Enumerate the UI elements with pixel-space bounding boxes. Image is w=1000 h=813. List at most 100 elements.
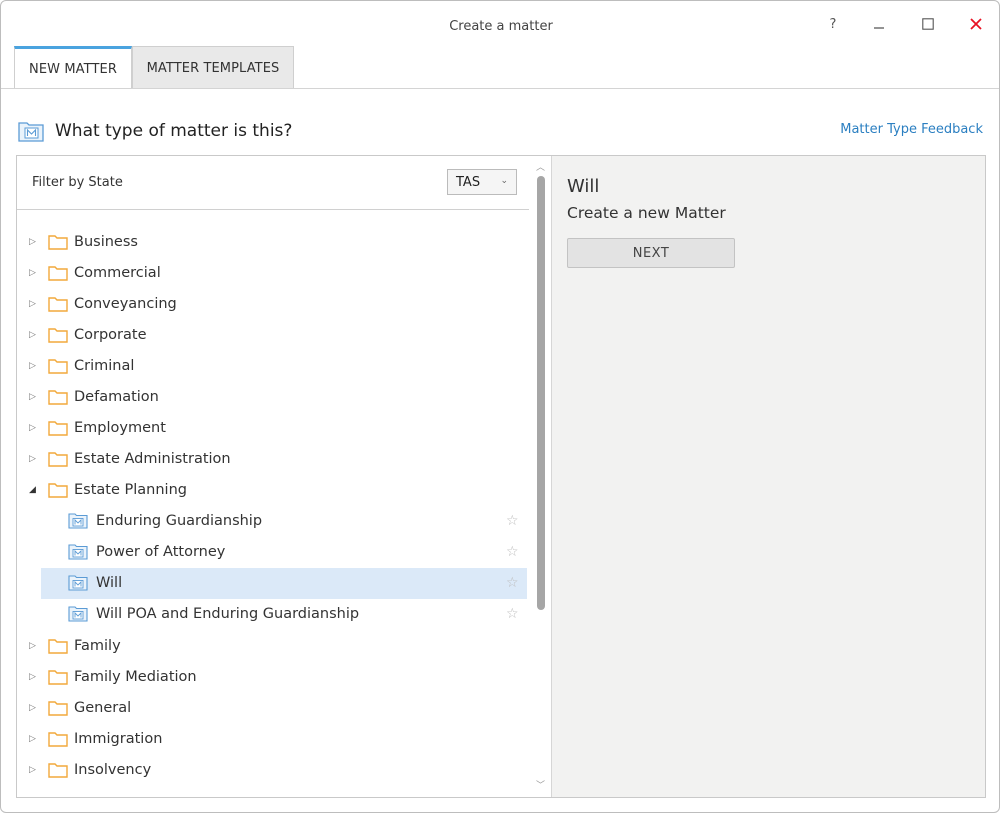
tree-item-general[interactable]: ▷ General [17,693,529,723]
tree-item-label: Immigration [74,731,163,747]
tree-item-label: Business [74,234,138,250]
tab-new-matter[interactable]: NEW MATTER [14,46,132,89]
filter-by-state-label: Filter by State [32,175,123,190]
tree-item-label: Power of Attorney [96,544,226,560]
tree-item-commercial[interactable]: ▷ Commercial [17,258,529,288]
tree-item-label: General [74,700,132,716]
close-button[interactable] [961,11,991,37]
expand-arrow-icon[interactable]: ▷ [29,237,39,247]
tree-item-label: Criminal [74,358,135,374]
folder-icon [48,359,68,374]
matter-icon [68,606,88,622]
expand-arrow-icon[interactable]: ▷ [29,734,39,744]
tree-child-power-of-attorney[interactable]: Power of Attorney ☆ [17,537,529,567]
minimize-button[interactable] [864,11,894,37]
selected-matter-title: Will [567,176,600,197]
matter-icon [68,513,88,529]
folder-icon [48,483,68,498]
scroll-up-arrow-icon[interactable]: ︿ [536,160,545,173]
folder-icon [48,763,68,778]
filter-row: Filter by State TAS ⌄ [17,156,529,210]
tree-item-corporate[interactable]: ▷ Corporate [17,320,529,350]
favorite-star-icon[interactable]: ☆ [506,544,519,560]
tab-matter-templates[interactable]: MATTER TEMPLATES [132,46,294,89]
maximize-icon [922,18,934,30]
expand-arrow-icon[interactable]: ▷ [29,361,39,371]
folder-icon [48,421,68,436]
tree-item-label: Family Mediation [74,669,197,685]
expand-arrow-icon[interactable]: ▷ [29,641,39,651]
tree-item-label: Family [74,638,121,654]
matter-type-feedback-link[interactable]: Matter Type Feedback [840,122,983,137]
selected-matter-subtitle: Create a new Matter [567,204,726,222]
folder-icon [48,328,68,343]
tree-item-label: Will POA and Enduring Guardianship [96,606,360,622]
folder-icon [48,670,68,685]
tree-child-will-poa-enduring-guardianship[interactable]: Will POA and Enduring Guardianship ☆ [17,599,529,629]
chevron-down-icon: ⌄ [500,176,508,186]
tree-item-business[interactable]: ▷ Business [17,227,529,257]
favorite-star-icon[interactable]: ☆ [506,575,519,591]
folder-icon [48,390,68,405]
tree-item-label: Corporate [74,327,147,343]
tree-item-employment[interactable]: ▷ Employment [17,413,529,443]
expand-arrow-icon[interactable]: ▷ [29,392,39,402]
matter-type-heading: What type of matter is this? [18,118,292,144]
matter-icon [68,544,88,560]
tree-item-family[interactable]: ▷ Family [17,631,529,661]
expand-arrow-icon[interactable]: ▷ [29,299,39,309]
tree-item-label: Employment [74,420,166,436]
help-button[interactable]: ? [818,11,848,37]
expand-arrow-icon[interactable]: ▷ [29,703,39,713]
expand-arrow-icon[interactable]: ▷ [29,268,39,278]
tree-item-label: Defamation [74,389,159,405]
window-title: Create a matter [449,19,553,34]
matter-detail-pane: Will Create a new Matter NEXT [551,156,985,797]
tree-item-label: Insolvency [74,762,152,778]
tree-item-estate-administration[interactable]: ▷ Estate Administration [17,444,529,474]
expand-arrow-icon[interactable]: ▷ [29,672,39,682]
state-select[interactable]: TAS ⌄ [447,169,517,195]
matter-type-list-pane: Filter by State TAS ⌄ ▷ Business ▷ Comme… [17,156,529,797]
tree-item-label: Commercial [74,265,161,281]
matter-type-panel: Filter by State TAS ⌄ ▷ Business ▷ Comme… [16,155,986,798]
tree-item-defamation[interactable]: ▷ Defamation [17,382,529,412]
state-select-value: TAS [456,174,481,190]
tab-divider [1,88,999,89]
tree-item-insolvency[interactable]: ▷ Insolvency [17,755,529,785]
tree-item-criminal[interactable]: ▷ Criminal [17,351,529,381]
tree-item-label: Conveyancing [74,296,177,312]
title-bar: Create a matter ? [1,1,999,45]
tree-item-immigration[interactable]: ▷ Immigration [17,724,529,754]
tree-item-label: Enduring Guardianship [96,513,263,529]
tree-item-label: Will [96,575,123,591]
expand-arrow-icon[interactable]: ▷ [29,330,39,340]
tree-child-enduring-guardianship[interactable]: Enduring Guardianship ☆ [17,506,529,536]
expand-arrow-icon[interactable]: ▷ [29,765,39,775]
favorite-star-icon[interactable]: ☆ [506,606,519,622]
folder-icon [48,701,68,716]
maximize-button[interactable] [913,11,943,37]
expand-arrow-icon[interactable]: ▷ [29,423,39,433]
favorite-star-icon[interactable]: ☆ [506,513,519,529]
matter-icon [68,575,88,591]
tree-item-conveyancing[interactable]: ▷ Conveyancing [17,289,529,319]
folder-icon [48,266,68,281]
tree-child-will[interactable]: Will ☆ [17,568,529,599]
close-icon [970,18,982,30]
next-button[interactable]: NEXT [567,238,735,268]
matter-icon [18,122,44,142]
page-title: What type of matter is this? [55,121,293,141]
tree-item-family-mediation[interactable]: ▷ Family Mediation [17,662,529,692]
tree-item-estate-planning[interactable]: ◢ Estate Planning [17,475,529,505]
folder-icon [48,732,68,747]
scroll-thumb[interactable] [537,176,545,610]
minimize-icon [874,27,884,29]
folder-icon [48,452,68,467]
expand-arrow-icon[interactable]: ▷ [29,454,39,464]
collapse-arrow-icon[interactable]: ◢ [29,485,39,495]
scroll-down-arrow-icon[interactable]: ﹀ [536,778,545,791]
tree-item-label: Estate Administration [74,451,231,467]
tree-scrollbar[interactable]: ︿ ﹀ [532,156,550,797]
folder-icon [48,235,68,250]
